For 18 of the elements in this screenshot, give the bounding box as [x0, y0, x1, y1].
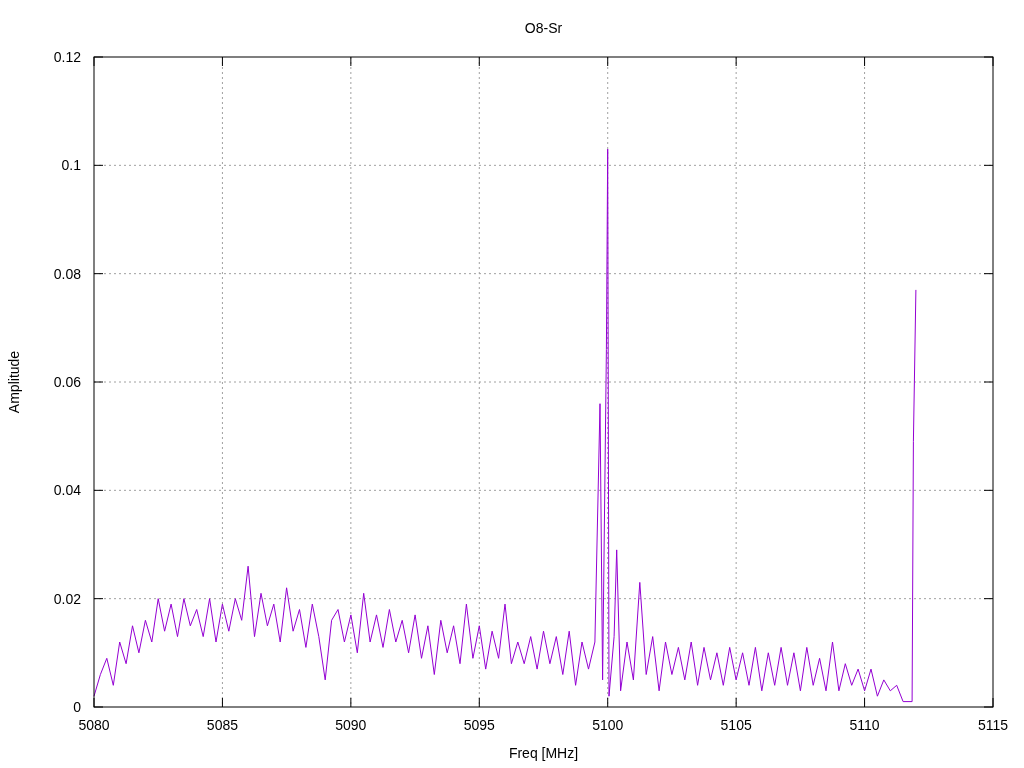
tick-label: 5100 — [592, 717, 624, 733]
tick-label: 0 — [73, 699, 81, 715]
tick-label: 5110 — [849, 717, 880, 733]
tick-label: 0.1 — [61, 157, 81, 174]
tick-label: 5080 — [78, 717, 110, 733]
tick-label: 0.12 — [53, 49, 81, 65]
tick-label: 5085 — [206, 717, 238, 733]
tick-label: 0.08 — [53, 265, 81, 282]
tick-label: 0.06 — [53, 374, 81, 390]
tick-label: 0.02 — [53, 590, 81, 607]
axis-label: Amplitude — [6, 350, 22, 414]
tick-label: 5105 — [720, 717, 752, 733]
tick-label: 0.04 — [53, 482, 81, 499]
tick-label: 5095 — [463, 717, 495, 733]
tick-label: 5115 — [977, 717, 1009, 733]
axis-label: Freq [MHz] — [508, 745, 579, 761]
tick-label: 5090 — [335, 717, 367, 733]
chart-title: O8-Sr — [524, 20, 563, 36]
